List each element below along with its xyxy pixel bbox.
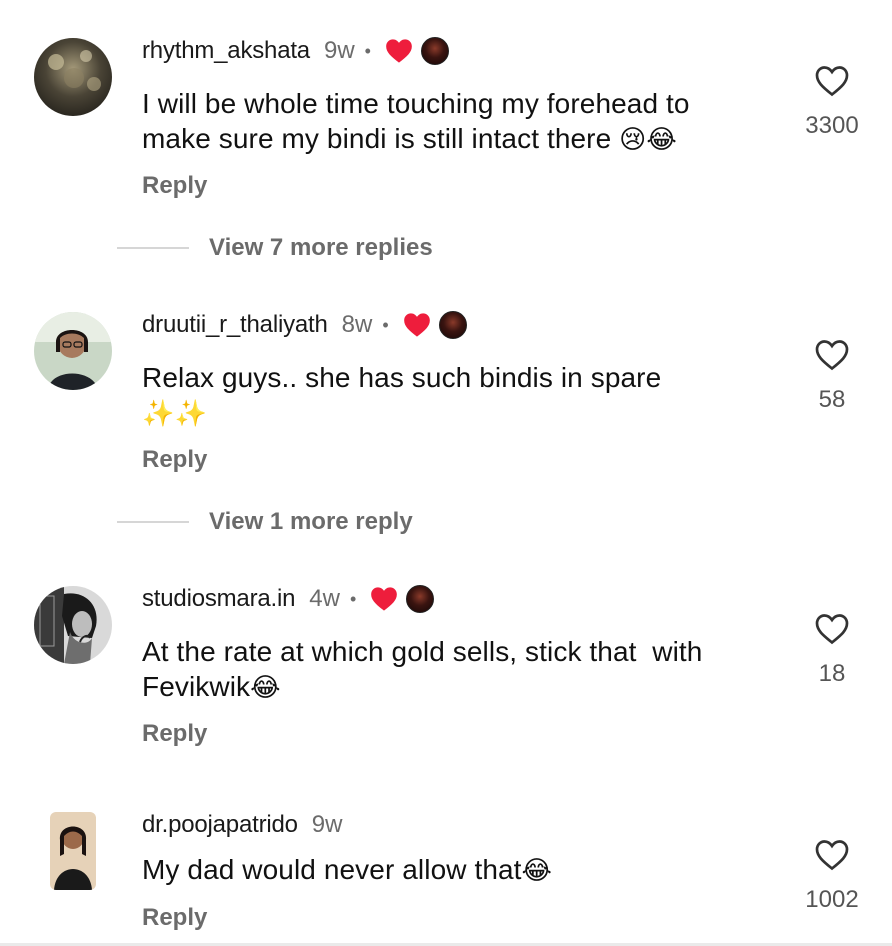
like-group: 58 <box>802 338 862 414</box>
emoji: 😂 <box>521 855 553 885</box>
creator-avatar <box>438 311 467 339</box>
creator-avatar <box>420 37 449 65</box>
comment-text-line: At the rate at which gold sells, stick t… <box>142 636 703 667</box>
user-avatar[interactable] <box>34 586 112 664</box>
comment-text: Relax guys.. she has such bindis in spar… <box>142 360 661 431</box>
like-group: 3300 <box>802 64 862 140</box>
like-count: 58 <box>818 386 846 413</box>
like-group: 1002 <box>802 838 862 914</box>
view-more-replies: View 1 more reply <box>117 508 413 536</box>
emoji: 😢😂 <box>619 124 677 154</box>
heart-filled-icon <box>371 587 398 611</box>
heart-outline-icon[interactable] <box>814 338 850 372</box>
timestamp: 8w <box>341 311 373 338</box>
comment-text-line: Fevikwik😂 <box>142 669 702 705</box>
like-count: 1002 <box>805 886 859 913</box>
timestamp: 4w <box>309 585 340 612</box>
heart-outline-icon[interactable] <box>814 612 850 646</box>
comment-text-line: My dad would never allow that😂 <box>142 852 552 888</box>
reply-button[interactable]: Reply <box>142 904 207 932</box>
comment-header: dr.poojapatrido 9w <box>142 808 342 842</box>
timestamp: 9w <box>323 37 355 64</box>
comment-text-line: ✨✨ <box>142 395 661 431</box>
reply-button[interactable]: Reply <box>142 720 207 748</box>
divider <box>117 521 189 523</box>
comment-text-line: make sure my bindi is still intact there… <box>142 121 690 157</box>
like-count: 18 <box>818 660 846 687</box>
creator-avatar <box>406 585 435 613</box>
heart-outline-icon[interactable] <box>814 838 850 872</box>
comment-text-segment: My dad would never allow that <box>142 854 522 885</box>
view-more-replies-button[interactable]: View 1 more reply <box>209 508 413 536</box>
heart-filled-icon <box>403 313 430 337</box>
username[interactable]: dr.poojapatrido <box>142 811 298 839</box>
comment-text: I will be whole time touching my forehea… <box>142 86 690 157</box>
reply-button[interactable]: Reply <box>142 446 207 474</box>
comment-header: druutii_r_thaliyath 8w • <box>142 308 467 342</box>
comment-header: studiosmara.in 4w • <box>142 582 435 616</box>
comment-header: rhythm_akshata 9w • <box>142 34 449 68</box>
emoji: ✨✨ <box>142 398 207 428</box>
view-more-replies-button[interactable]: View 7 more replies <box>209 234 433 262</box>
heart-filled-icon <box>386 39 412 63</box>
comment-text-line: Relax guys.. she has such bindis in spar… <box>142 362 662 393</box>
like-group: 18 <box>802 612 862 688</box>
username[interactable]: druutii_r_thaliyath <box>142 311 328 339</box>
separator-dot: • <box>364 40 371 61</box>
username[interactable]: rhythm_akshata <box>142 37 310 65</box>
user-avatar[interactable] <box>34 38 112 116</box>
divider <box>117 247 189 249</box>
comment-text-segment: Fevikwik <box>142 671 251 702</box>
emoji: 😂 <box>250 672 281 702</box>
timestamp: 9w <box>311 811 343 838</box>
separator-dot: • <box>382 314 389 335</box>
separator-dot: • <box>349 588 357 609</box>
comment-text: At the rate at which gold sells, stick t… <box>142 634 702 705</box>
heart-outline-icon[interactable] <box>814 64 850 98</box>
reply-button[interactable]: Reply <box>142 172 207 200</box>
comment-text: My dad would never allow that😂 <box>142 852 552 888</box>
user-avatar[interactable] <box>34 312 112 390</box>
view-more-replies: View 7 more replies <box>117 234 433 262</box>
like-count: 3300 <box>805 112 859 139</box>
user-avatar[interactable] <box>50 812 96 890</box>
username[interactable]: studiosmara.in <box>142 585 295 613</box>
comment-text-segment: make sure my bindi is still intact there <box>142 123 620 154</box>
comment-text-line: I will be whole time touching my forehea… <box>142 88 690 119</box>
